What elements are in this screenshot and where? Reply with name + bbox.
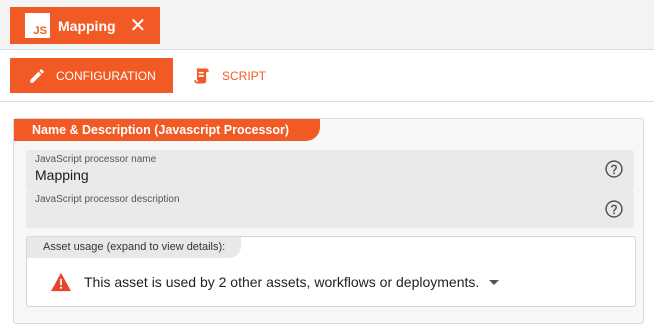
chevron-down-icon[interactable] bbox=[489, 279, 500, 285]
tab-configuration-label: CONFIGURATION bbox=[56, 68, 156, 83]
tab-script[interactable]: SCRIPT bbox=[190, 58, 290, 93]
scroll-icon bbox=[194, 68, 209, 83]
javascript-file-icon: JS bbox=[25, 13, 50, 38]
close-tab-icon[interactable]: ✕ bbox=[130, 16, 147, 36]
file-tab-label: Mapping bbox=[58, 17, 116, 34]
file-tab-mapping[interactable]: JS Mapping ✕ bbox=[10, 7, 160, 44]
asset-usage-message: This asset is used by 2 other assets, wo… bbox=[84, 274, 480, 290]
js-badge-label: JS bbox=[33, 25, 47, 37]
processor-description-label: JavaScript processor description bbox=[35, 194, 180, 205]
processor-name-value[interactable]: Mapping bbox=[35, 167, 89, 183]
warning-icon bbox=[51, 272, 71, 292]
help-icon[interactable] bbox=[604, 199, 624, 219]
processor-name-field[interactable]: JavaScript processor name Mapping bbox=[26, 150, 634, 190]
name-description-panel: Name & Description (Javascript Processor… bbox=[13, 118, 644, 324]
asset-usage-header[interactable]: Asset usage (expand to view details): bbox=[27, 237, 242, 258]
asset-usage-section: Asset usage (expand to view details): Th… bbox=[26, 236, 636, 307]
sub-tab-bar: CONFIGURATION SCRIPT bbox=[0, 50, 654, 102]
panel-title: Name & Description (Javascript Processor… bbox=[14, 119, 320, 141]
processor-description-field[interactable]: JavaScript processor description bbox=[26, 190, 634, 228]
pencil-icon bbox=[30, 68, 44, 83]
document-tab-bar: JS Mapping ✕ bbox=[0, 0, 654, 50]
tab-configuration[interactable]: CONFIGURATION bbox=[10, 58, 173, 93]
asset-usage-summary[interactable]: This asset is used by 2 other assets, wo… bbox=[50, 272, 500, 292]
processor-name-label: JavaScript processor name bbox=[35, 154, 157, 165]
help-icon[interactable] bbox=[604, 159, 624, 179]
tab-script-label: SCRIPT bbox=[222, 68, 267, 83]
